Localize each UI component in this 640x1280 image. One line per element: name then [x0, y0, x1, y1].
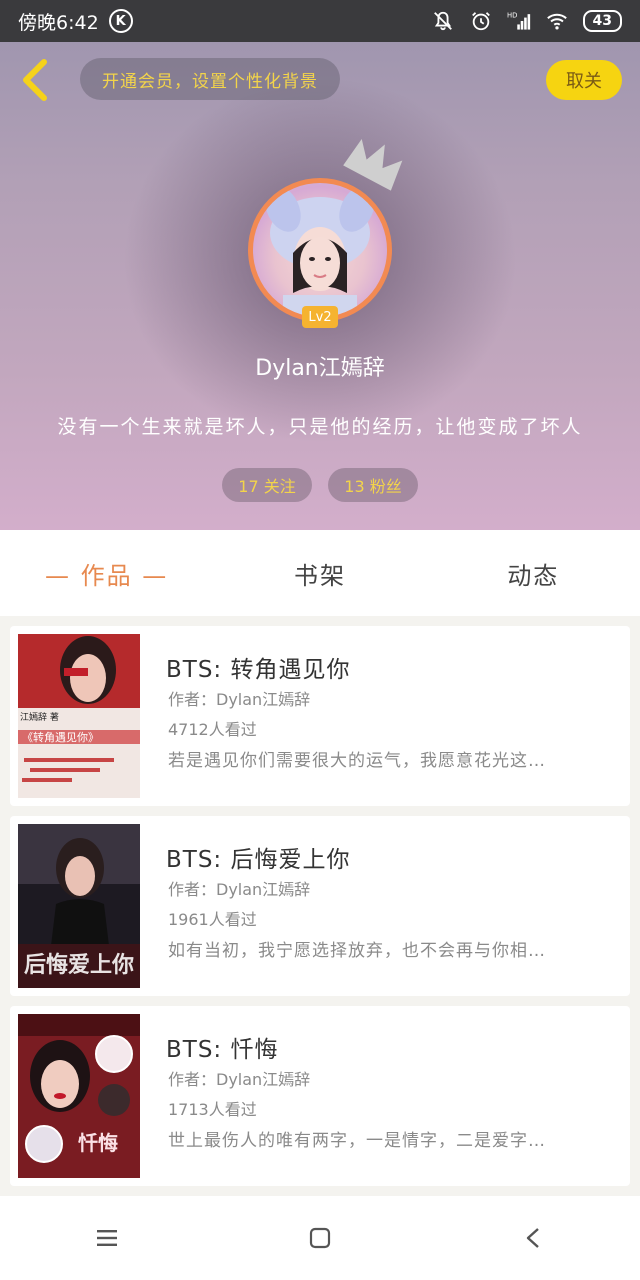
- member-promo-button[interactable]: 开通会员，设置个性化背景: [80, 58, 340, 100]
- book-cover: 江嫣辞 著 《转角遇见你》: [18, 634, 140, 798]
- book-author: 作者：Dylan江嫣辞: [168, 690, 311, 709]
- back-triangle-icon: [527, 1228, 540, 1248]
- book-read-count: 4712人看过: [168, 720, 257, 739]
- hd-signal-icon: HD: [507, 12, 530, 30]
- book-title: BTS: 后悔爱上你: [166, 847, 351, 873]
- book-description: 世上最伤人的唯有两字，一是情字，二是爱字…: [168, 1131, 546, 1151]
- alarm-icon: [471, 12, 490, 31]
- svg-text:HD: HD: [507, 12, 517, 20]
- tab-works[interactable]: — 作品 —: [0, 556, 213, 591]
- menu-icon: [96, 1230, 117, 1246]
- followers-count-button[interactable]: 13 粉丝: [328, 468, 418, 502]
- avatar[interactable]: [248, 178, 392, 322]
- book-read-count: 1961人看过: [168, 910, 257, 929]
- book-cover: 后悔爱上你: [18, 824, 140, 988]
- home-button[interactable]: [300, 1218, 340, 1258]
- unfollow-button[interactable]: 取关: [546, 60, 622, 100]
- cover-author-text: 江嫣辞 著: [20, 711, 59, 723]
- tab-activity[interactable]: 动态: [427, 556, 640, 591]
- book-description: 若是遇见你们需要很大的运气，我愿意花光这…: [168, 751, 546, 771]
- cover-title-text: 忏悔: [78, 1131, 118, 1155]
- status-time: 傍晚6:42: [18, 11, 99, 34]
- avatar-image: [253, 183, 387, 317]
- book-cover: 忏悔: [18, 1014, 140, 1178]
- book-author: 作者：Dylan江嫣辞: [168, 880, 311, 899]
- book-read-count: 1713人看过: [168, 1100, 257, 1119]
- menu-button[interactable]: [87, 1218, 127, 1258]
- back-arrow-icon[interactable]: [18, 58, 54, 102]
- username: Dylan江嫣辞: [255, 356, 385, 381]
- wifi-icon: [546, 13, 567, 30]
- book-card[interactable]: 忏悔 BTS: 忏悔 作者：Dylan江嫣辞 1713人看过 世上最伤人的唯有两…: [10, 1006, 630, 1186]
- user-bio: 没有一个生来就是坏人，只是他的经历，让他变成了坏人: [57, 416, 583, 438]
- book-title: BTS: 转角遇见你: [166, 657, 351, 683]
- system-nav-bar: [0, 1196, 640, 1280]
- book-card[interactable]: 江嫣辞 著 《转角遇见你》 BTS: 转角遇见你 作者：Dylan江嫣辞 471…: [10, 626, 630, 806]
- book-title: BTS: 忏悔: [166, 1037, 279, 1063]
- book-card[interactable]: 后悔爱上你 BTS: 后悔爱上你 作者：Dylan江嫣辞 1961人看过 如有当…: [10, 816, 630, 996]
- level-badge: Lv2: [302, 306, 338, 328]
- profile-header: 傍晚6:42 K HD 43 开通会员，设置个性化背景 取关 Lv2 Dylan…: [0, 0, 640, 530]
- profile-tabs: — 作品 — 书架 动态: [0, 530, 640, 616]
- cover-title-text: 《转角遇见你》: [22, 730, 99, 744]
- following-count-button[interactable]: 17 关注: [222, 468, 312, 502]
- tab-bookshelf[interactable]: 书架: [213, 556, 426, 591]
- book-description: 如有当初，我宁愿选择放弃，也不会再与你相…: [168, 941, 546, 961]
- home-square-icon: [309, 1227, 331, 1249]
- book-author: 作者：Dylan江嫣辞: [168, 1070, 311, 1089]
- battery-icon: 43: [582, 10, 622, 32]
- cover-title-text: 后悔爱上你: [24, 952, 134, 978]
- back-button[interactable]: [513, 1218, 553, 1258]
- bell-mute-icon: [433, 11, 452, 31]
- k-app-icon: K: [108, 9, 133, 33]
- status-bar: 傍晚6:42 K HD 43: [0, 0, 640, 42]
